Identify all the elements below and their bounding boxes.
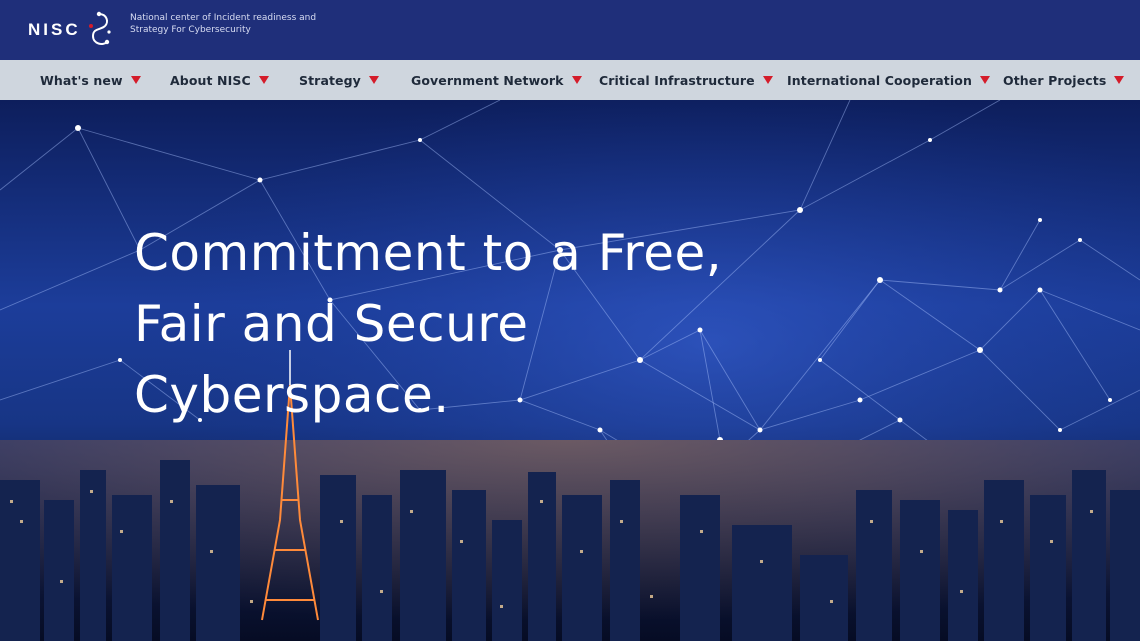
nav-item-about-nisc[interactable]: About NISC: [170, 60, 269, 100]
nav-item-international-cooperation[interactable]: International Cooperation: [787, 60, 990, 100]
nav-item-whats-new[interactable]: What's new: [40, 60, 141, 100]
caret-down-icon: [368, 76, 379, 84]
nav-item-other-projects[interactable]: Other Projects: [1003, 60, 1125, 100]
nav-item-label: Strategy: [299, 72, 361, 88]
caret-down-icon: [1114, 76, 1125, 84]
caret-down-icon: [979, 76, 990, 84]
caret-down-icon: [762, 76, 773, 84]
nav-item-label: International Cooperation: [787, 72, 972, 88]
main-navigation: What's new About NISC Strategy Governmen…: [0, 60, 1140, 100]
nav-item-label: About NISC: [170, 72, 251, 88]
nav-item-government-network[interactable]: Government Network: [411, 60, 582, 100]
nav-item-critical-infrastructure[interactable]: Critical Infrastructure: [599, 60, 773, 100]
nav-item-label: Critical Infrastructure: [599, 72, 755, 88]
headline-line-1: Commitment to a Free,: [134, 223, 723, 282]
tagline-line-2: Strategy For Cybersecurity: [130, 25, 251, 35]
hero-banner: Commitment to a Free, Fair and Secure Cy…: [0, 100, 1140, 641]
nav-item-label: Government Network: [411, 72, 564, 88]
hero-headline: Commitment to a Free, Fair and Secure Cy…: [134, 218, 774, 431]
headline-line-2: Fair and Secure: [134, 294, 529, 353]
nisc-emblem-icon: [88, 11, 111, 45]
logo-link[interactable]: NISC: [28, 6, 115, 54]
logo-text: NISC: [28, 20, 81, 39]
site-tagline: National center of Incident readiness an…: [130, 12, 320, 36]
nav-item-strategy[interactable]: Strategy: [299, 60, 379, 100]
caret-down-icon: [571, 76, 582, 84]
caret-down-icon: [130, 76, 141, 84]
site-header: NISC National center of Incident readine…: [0, 0, 1140, 60]
nav-item-label: What's new: [40, 72, 123, 88]
caret-down-icon: [258, 76, 269, 84]
tagline-line-1: National center of Incident readiness an…: [130, 13, 317, 23]
nav-item-label: Other Projects: [1003, 72, 1107, 88]
headline-line-3: Cyberspace.: [134, 365, 450, 424]
